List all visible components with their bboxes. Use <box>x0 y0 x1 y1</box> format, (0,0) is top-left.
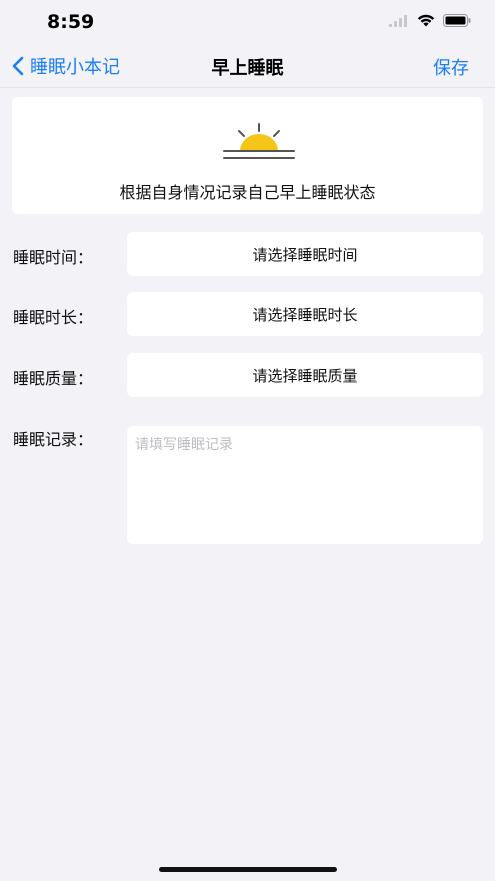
wifi-icon <box>417 14 435 27</box>
home-indicator <box>159 867 337 872</box>
sleep-time-label: 睡眠时间： <box>13 248 94 267</box>
sleep-time-picker[interactable]: 请选择睡眠时间 <box>127 232 483 276</box>
page-title: 早上睡眠 <box>211 58 284 79</box>
sleep-record-label: 睡眠记录： <box>13 430 94 449</box>
battery-icon <box>443 14 471 27</box>
sunrise-icon <box>223 123 295 159</box>
nav-bar: 睡眠小本记 早上睡眠 保存 <box>0 44 495 88</box>
status-icons <box>389 14 471 27</box>
status-bar: 8:59 <box>0 0 495 44</box>
sleep-quality-picker[interactable]: 请选择睡眠质量 <box>127 353 483 397</box>
sleep-record-input[interactable] <box>127 426 483 544</box>
cellular-signal-icon <box>389 14 407 27</box>
sleep-quality-label: 睡眠质量： <box>13 369 94 388</box>
sleep-duration-picker[interactable]: 请选择睡眠时长 <box>127 292 483 336</box>
save-button[interactable]: 保存 <box>433 54 469 80</box>
status-time: 8:59 <box>47 11 95 33</box>
sleep-duration-label: 睡眠时长： <box>13 308 94 327</box>
intro-text: 根据自身情况记录自己早上睡眠状态 <box>119 183 376 202</box>
intro-card: 根据自身情况记录自己早上睡眠状态 <box>12 97 483 214</box>
